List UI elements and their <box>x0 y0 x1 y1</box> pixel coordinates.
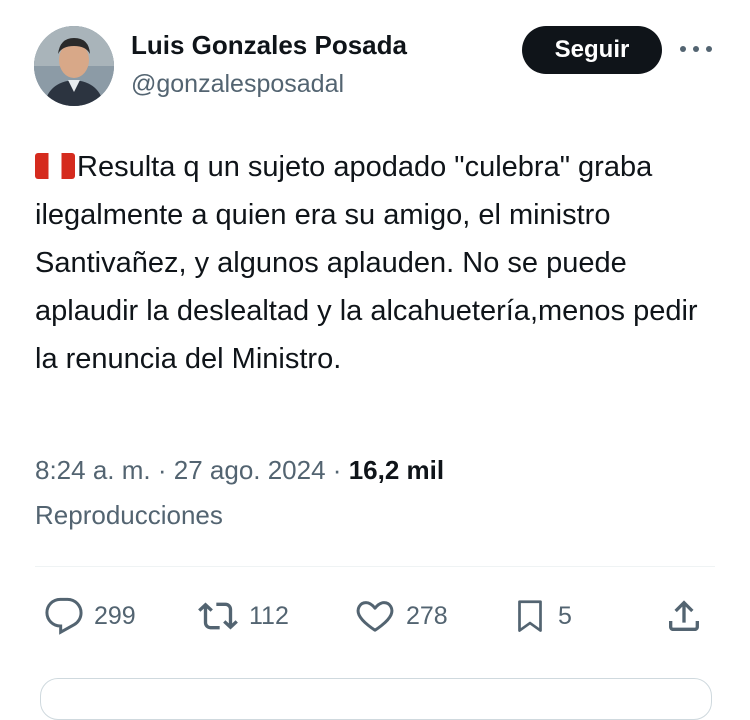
like-count: 278 <box>406 601 448 630</box>
heart-icon <box>356 601 394 632</box>
retweet-icon <box>198 602 238 630</box>
share-icon <box>669 600 699 631</box>
retweet-button[interactable]: 112 <box>197 588 289 644</box>
meta-separator: · <box>332 455 349 485</box>
reply-count: 299 <box>94 601 136 630</box>
like-button[interactable]: 278 <box>354 588 448 644</box>
author-handle[interactable]: @gonzalesposadal <box>131 70 344 99</box>
reply-box[interactable] <box>40 678 712 720</box>
reply-icon <box>45 597 83 635</box>
tweet-time[interactable]: 8:24 a. m. <box>35 455 151 485</box>
author-name[interactable]: Luis Gonzales Posada <box>131 30 407 61</box>
meta-separator: · <box>157 455 174 485</box>
avatar-photo <box>34 26 114 106</box>
share-button[interactable] <box>664 588 704 644</box>
retweet-count: 112 <box>249 601 289 630</box>
tweet-text: Resulta q un sujeto apodado "culebra" gr… <box>35 151 698 375</box>
more-options-icon[interactable] <box>678 34 714 64</box>
avatar[interactable] <box>34 26 114 106</box>
view-count[interactable]: 16,2 mil <box>349 455 444 485</box>
divider <box>35 566 715 567</box>
views-label: Reproducciones <box>35 500 223 530</box>
bookmark-button[interactable]: 5 <box>512 588 572 644</box>
bookmark-count: 5 <box>558 601 572 630</box>
action-bar: 299 112 278 5 <box>0 588 750 644</box>
reply-button[interactable]: 299 <box>44 588 136 644</box>
tweet-text-container: Resulta q un sujeto apodado "culebra" gr… <box>35 143 725 383</box>
tweet-date[interactable]: 27 ago. 2024 <box>174 455 326 485</box>
follow-button[interactable]: Seguir <box>522 26 662 74</box>
peru-flag-icon <box>35 153 75 179</box>
bookmark-icon <box>518 600 542 632</box>
tweet-meta: 8:24 a. m. · 27 ago. 2024 · 16,2 mil <box>35 455 444 486</box>
